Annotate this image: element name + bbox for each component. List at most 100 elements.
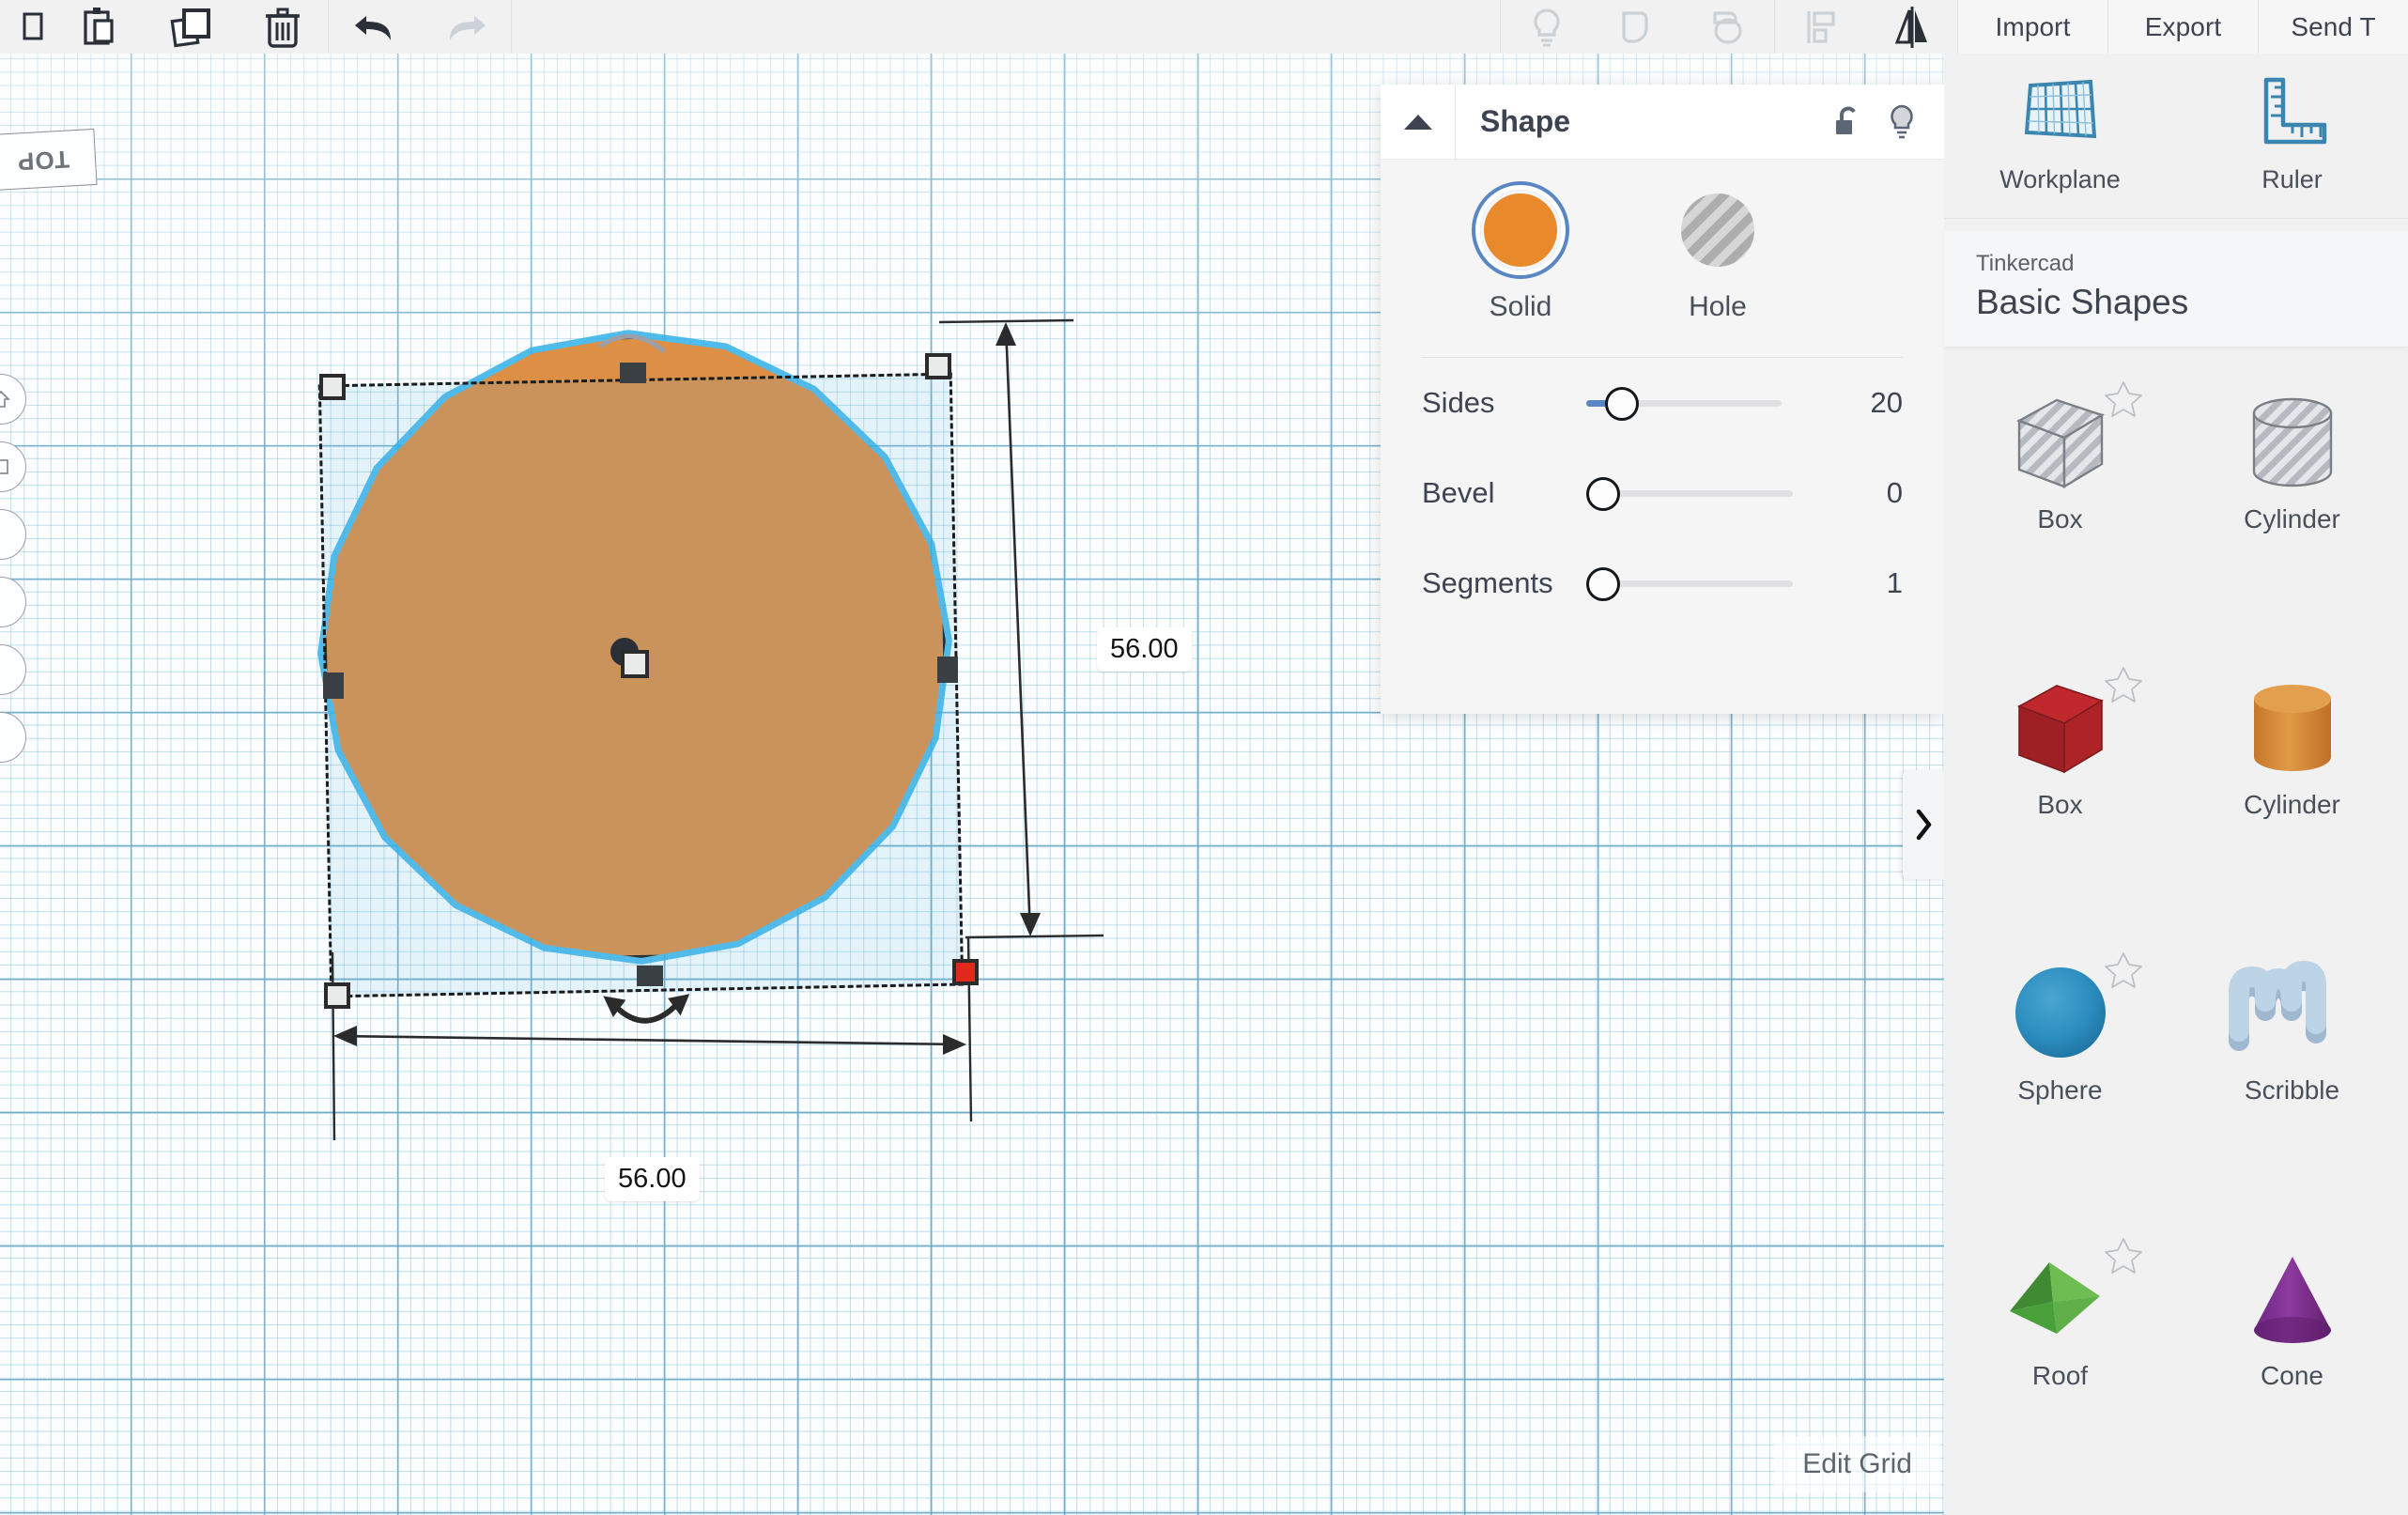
- ruler-label: Ruler: [2261, 165, 2323, 193]
- sides-label: Sides: [1422, 386, 1495, 419]
- redo-icon[interactable]: [420, 0, 511, 54]
- ruler-tool[interactable]: Ruler: [2176, 74, 2408, 218]
- segments-value[interactable]: 1: [1816, 566, 1903, 600]
- sidebar-divider: [1944, 218, 2408, 219]
- cylinder-solid-art: [2233, 672, 2352, 786]
- paste-icon[interactable]: [54, 0, 146, 54]
- shapes-category-selector[interactable]: Tinkercad Basic Shapes: [1944, 231, 2408, 347]
- ungroup-icon[interactable]: [1683, 0, 1774, 54]
- mirror-icon[interactable]: [1866, 0, 1957, 54]
- segments-thumb[interactable]: [1586, 567, 1620, 601]
- segments-label: Segments: [1422, 566, 1553, 599]
- shape-mode-solid[interactable]: Solid: [1422, 190, 1619, 323]
- bevel-slider[interactable]: [1586, 474, 1816, 512]
- bevel-value[interactable]: 0: [1816, 476, 1903, 510]
- group-icon[interactable]: [1592, 0, 1683, 54]
- cone-label: Cone: [2261, 1361, 2323, 1390]
- resize-handle-bottom-left[interactable]: [324, 982, 350, 1009]
- shape-panel-title: Shape: [1480, 104, 1571, 138]
- import-button[interactable]: Import: [1957, 0, 2107, 54]
- ruler-icon: [2255, 74, 2330, 152]
- delete-icon[interactable]: [237, 0, 328, 54]
- sidebar-collapse-tab[interactable]: [1903, 770, 1944, 879]
- lightbulb-icon[interactable]: [1875, 85, 1929, 160]
- shape-roof[interactable]: Roof: [1944, 1229, 2176, 1406]
- tinkercad-editor: TOP 56.00 56.00 Edit Grid Import Export …: [0, 0, 2408, 1515]
- hole-label: Hole: [1689, 291, 1747, 322]
- selection-bounding-box: [317, 372, 965, 998]
- shape-mode-selector: Solid Hole: [1381, 190, 1944, 323]
- shape-mode-hole[interactable]: Hole: [1619, 190, 1816, 323]
- cone-art: [2233, 1243, 2352, 1357]
- shape-box-hole[interactable]: Box: [1944, 373, 2176, 549]
- sides-value[interactable]: 20: [1816, 386, 1903, 420]
- shape-cylinder-hole[interactable]: Cylinder: [2176, 373, 2408, 549]
- box-solid-label: Box: [2037, 790, 2083, 819]
- cylinder-solid-label: Cylinder: [2244, 790, 2340, 819]
- resize-handle-bottom-center[interactable]: [637, 966, 663, 986]
- shape-panel-header: Shape: [1381, 84, 1944, 160]
- toolbar-object-group: [1501, 0, 1957, 54]
- bevel-label: Bevel: [1422, 476, 1495, 509]
- bevel-track: [1598, 490, 1793, 497]
- resize-handle-middle-right[interactable]: [937, 657, 958, 683]
- segments-slider[interactable]: [1586, 564, 1816, 602]
- sphere-art: [2003, 957, 2118, 1072]
- shape-sphere[interactable]: Sphere: [1944, 944, 2176, 1121]
- segments-track: [1598, 580, 1793, 587]
- resize-handle-bottom-right-active[interactable]: [952, 959, 979, 985]
- unlock-icon[interactable]: [1820, 85, 1875, 160]
- shape-panel-body: Solid Hole Sides 20 Bevel 0 Segments 1: [1381, 160, 1944, 628]
- category-supertitle: Tinkercad: [1976, 251, 2075, 276]
- resize-handle-top-right[interactable]: [925, 353, 951, 379]
- toolbar-history-group: [329, 0, 511, 54]
- duplicate-icon[interactable]: [146, 0, 237, 54]
- solid-label: Solid: [1489, 291, 1552, 322]
- bevel-thumb[interactable]: [1586, 477, 1620, 511]
- send-to-button[interactable]: Send T: [2258, 0, 2408, 54]
- shape-box-solid[interactable]: Box: [1944, 658, 2176, 835]
- undo-icon[interactable]: [329, 0, 420, 54]
- triangle-up-icon[interactable]: [1381, 84, 1456, 160]
- lightbulb-icon[interactable]: [1501, 0, 1592, 54]
- sides-slider[interactable]: [1586, 384, 1816, 422]
- cylinder-hole-label: Cylinder: [2244, 504, 2340, 533]
- chevron-right-icon: [1916, 809, 1932, 841]
- favorite-star-icon[interactable]: [2103, 379, 2144, 423]
- shape-cylinder-solid[interactable]: Cylinder: [2176, 658, 2408, 835]
- category-name: Basic Shapes: [1976, 283, 2189, 321]
- slider-row-sides: Sides 20: [1381, 358, 1944, 448]
- workplane-icon: [2019, 74, 2102, 152]
- shapes-sidebar: Workplane Ruler Tinkercad Basic Shapes B…: [1944, 54, 2408, 1515]
- resize-handle-top-left[interactable]: [319, 374, 346, 400]
- shape-scribble[interactable]: Scribble: [2176, 944, 2408, 1121]
- roof-label: Roof: [2031, 1361, 2089, 1390]
- align-icon[interactable]: [1775, 0, 1866, 54]
- sidebar-tools: Workplane Ruler: [1944, 54, 2408, 218]
- favorite-star-icon[interactable]: [2103, 664, 2144, 708]
- favorite-star-icon[interactable]: [2103, 1235, 2144, 1279]
- scribble-label: Scribble: [2244, 1075, 2340, 1105]
- favorite-star-icon[interactable]: [2103, 950, 2144, 994]
- slider-row-segments: Segments 1: [1381, 538, 1944, 628]
- dimension-label-height[interactable]: 56.00: [1097, 627, 1192, 672]
- hole-swatch: [1677, 190, 1758, 271]
- height-handle[interactable]: [621, 650, 649, 678]
- slider-row-bevel: Bevel 0: [1381, 448, 1944, 538]
- copy-icon[interactable]: [0, 0, 54, 54]
- dimension-label-width[interactable]: 56.00: [605, 1157, 700, 1201]
- view-orientation-text: TOP: [16, 144, 70, 177]
- sides-thumb[interactable]: [1605, 387, 1639, 421]
- export-button[interactable]: Export: [2107, 0, 2258, 54]
- resize-handle-top-center[interactable]: [620, 363, 646, 383]
- solid-swatch: [1480, 190, 1561, 271]
- workplane-tool[interactable]: Workplane: [1944, 74, 2176, 218]
- edit-grid-button[interactable]: Edit Grid: [1774, 1436, 1940, 1492]
- scribble-art: [2222, 957, 2363, 1072]
- shape-cone[interactable]: Cone: [2176, 1229, 2408, 1406]
- cylinder-hole-art: [2233, 386, 2352, 501]
- resize-handle-middle-left[interactable]: [323, 672, 344, 699]
- workplane-label: Workplane: [1999, 165, 2121, 193]
- top-toolbar: Import Export Send T: [0, 0, 2408, 54]
